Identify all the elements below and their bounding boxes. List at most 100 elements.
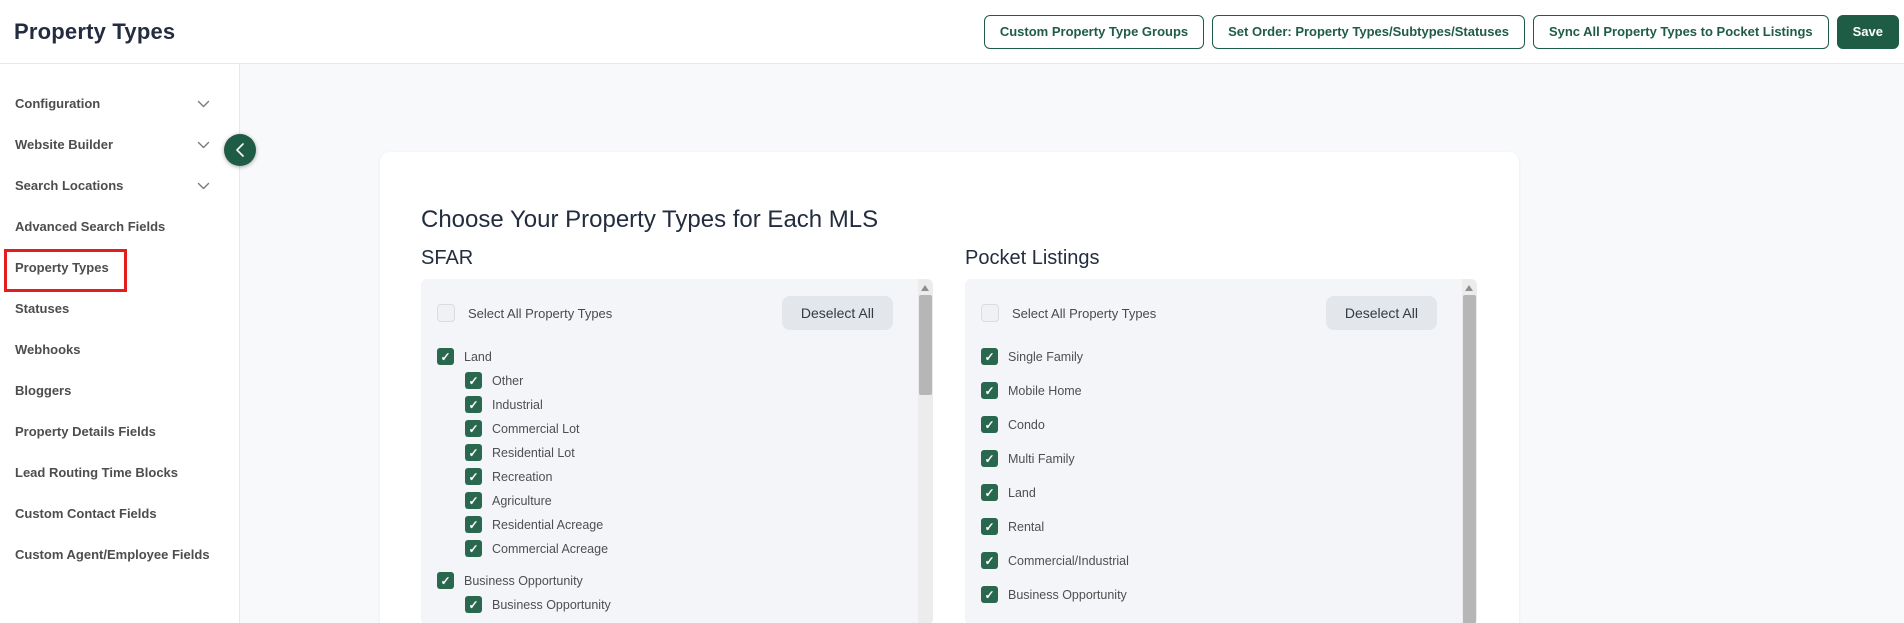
checkbox-checked-icon[interactable]: ✓ [465, 492, 482, 509]
deselect-all-button[interactable]: Deselect All [1325, 296, 1437, 330]
checkbox-checked-icon[interactable]: ✓ [437, 348, 454, 365]
card-title: Choose Your Property Types for Each MLS [421, 206, 879, 233]
sidebar-item-label: Custom Agent/Employee Fields [15, 547, 210, 562]
chevron-down-icon [197, 100, 210, 108]
sidebar-item-label: Configuration [15, 96, 101, 111]
save-button[interactable]: Save [1836, 14, 1899, 49]
property-type-row: ✓ Commercial Lot [465, 420, 917, 437]
checkbox-checked-icon[interactable]: ✓ [981, 382, 998, 399]
property-type-label: Residential Acreage [492, 517, 604, 532]
mls-column-title: SFAR [421, 247, 474, 269]
mls-column-sfar: SFAR Select All Property Types Deselect … [421, 247, 933, 623]
property-type-label: Agriculture [492, 493, 552, 508]
sidebar-item-webhooks[interactable]: Webhooks [0, 329, 239, 370]
sidebar-item-property-types[interactable]: Property Types [0, 247, 239, 292]
page-title: Property Types [14, 18, 176, 44]
select-all-label: Select All Property Types [1012, 305, 1157, 321]
mls-card: Choose Your Property Types for Each MLS … [380, 152, 1519, 623]
sidebar-item-website-builder[interactable]: Website Builder [0, 124, 239, 165]
property-type-row: ✓ Other [465, 372, 917, 389]
scrollbar-thumb[interactable] [919, 295, 932, 395]
set-order-button[interactable]: Set Order: Property Types/Subtypes/Statu… [1212, 14, 1525, 49]
checkbox-checked-icon[interactable]: ✓ [437, 572, 454, 589]
property-type-row: ✓ Residential Acreage [465, 516, 917, 533]
property-type-label: Recreation [492, 469, 553, 484]
sidebar-item-label: Property Types [15, 260, 109, 275]
sidebar-item-statuses[interactable]: Statuses [0, 288, 239, 329]
sync-all-button[interactable]: Sync All Property Types to Pocket Listin… [1532, 14, 1829, 49]
chevron-down-icon [197, 182, 210, 190]
sidebar-item-custom-agent-employee-fields[interactable]: Custom Agent/Employee Fields [0, 534, 239, 575]
property-type-label: Land [464, 349, 492, 364]
checkbox-checked-icon[interactable]: ✓ [465, 396, 482, 413]
property-type-row: ✓ Land [981, 484, 1461, 501]
property-type-label: Commercial Acreage [492, 541, 609, 556]
property-type-list-0: ✓ Land ✓ Other ✓ Industrial ✓ Commercial Lot ✓ Re… [437, 348, 917, 613]
scrollbar[interactable] [918, 279, 933, 623]
scroll-up-icon[interactable] [1465, 285, 1473, 291]
sidebar-nav: Configuration Website Builder Search Locat… [0, 83, 239, 575]
checkbox-checked-icon[interactable]: ✓ [465, 596, 482, 613]
checkbox-checked-icon[interactable]: ✓ [981, 586, 998, 603]
sidebar-item-lead-routing-time-blocks[interactable]: Lead Routing Time Blocks [0, 452, 239, 493]
checkbox-checked-icon[interactable]: ✓ [465, 444, 482, 461]
body: Configuration Website Builder Search Locat… [0, 64, 1904, 623]
main-content: Choose Your Property Types for Each MLS … [240, 64, 1904, 623]
property-type-label: Rental [1008, 519, 1045, 534]
property-type-row: ✓ Residential Lot [465, 444, 917, 461]
property-type-row: ✓ Business Opportunity [465, 596, 917, 613]
checkbox-checked-icon[interactable]: ✓ [465, 420, 482, 437]
property-type-row: ✓ Single Family [981, 348, 1461, 365]
sidebar-item-label: Lead Routing Time Blocks [15, 465, 179, 480]
property-type-row: ✓ Mobile Home [981, 382, 1461, 399]
scrollbar[interactable] [1462, 279, 1477, 623]
checkbox-checked-icon[interactable]: ✓ [465, 516, 482, 533]
checkbox-checked-icon[interactable]: ✓ [981, 416, 998, 433]
sidebar-item-search-locations[interactable]: Search Locations [0, 165, 239, 206]
deselect-all-button[interactable]: Deselect All [781, 296, 893, 330]
checkbox-checked-icon[interactable]: ✓ [981, 450, 998, 467]
property-type-label: Land [1008, 485, 1036, 500]
sidebar: Configuration Website Builder Search Locat… [0, 64, 240, 623]
property-type-label: Commercial Lot [492, 421, 580, 436]
property-type-row: ✓ Commercial Acreage [465, 540, 917, 557]
checkbox-checked-icon[interactable]: ✓ [981, 518, 998, 535]
property-type-row: ✓ Rental [981, 518, 1461, 535]
chevron-down-icon [197, 141, 210, 149]
property-type-label: Mobile Home [1008, 383, 1082, 398]
sidebar-item-label: Statuses [15, 301, 70, 316]
header-buttons: Custom Property Type Groups Set Order: Pr… [983, 14, 1899, 49]
checkbox-checked-icon[interactable]: ✓ [981, 484, 998, 501]
scroll-up-icon[interactable] [921, 285, 929, 291]
sidebar-item-label: Advanced Search Fields [15, 219, 166, 234]
property-type-label: Business Opportunity [492, 597, 611, 612]
property-type-label: Single Family [1008, 349, 1084, 364]
custom-property-type-groups-button[interactable]: Custom Property Type Groups [983, 14, 1205, 49]
property-type-label: Other [492, 373, 524, 388]
sidebar-item-label: Custom Contact Fields [15, 506, 157, 521]
checkbox-checked-icon[interactable]: ✓ [465, 540, 482, 557]
checkbox-checked-icon[interactable]: ✓ [981, 552, 998, 569]
scrollbar-thumb[interactable] [1463, 295, 1476, 623]
property-type-label: Residential Lot [492, 445, 575, 460]
select-all-checkbox[interactable] [437, 304, 455, 322]
property-type-label: Condo [1008, 417, 1045, 432]
checkbox-checked-icon[interactable]: ✓ [465, 372, 482, 389]
checkbox-checked-icon[interactable]: ✓ [465, 468, 482, 485]
sidebar-item-label: Webhooks [15, 342, 81, 357]
property-type-row: ✓ Land [437, 348, 917, 365]
sidebar-item-configuration[interactable]: Configuration [0, 83, 239, 124]
sidebar-item-label: Website Builder [15, 137, 114, 152]
property-type-label: Multi Family [1008, 451, 1075, 466]
sidebar-item-label: Search Locations [15, 178, 124, 193]
select-all-checkbox[interactable] [981, 304, 999, 322]
property-type-panel: Select All Property Types Deselect All ✓… [421, 279, 933, 623]
sidebar-item-advanced-search-fields[interactable]: Advanced Search Fields [0, 206, 239, 247]
sidebar-item-property-details-fields[interactable]: Property Details Fields [0, 411, 239, 452]
sidebar-collapse-button[interactable] [224, 134, 256, 166]
checkbox-checked-icon[interactable]: ✓ [981, 348, 998, 365]
sidebar-item-custom-contact-fields[interactable]: Custom Contact Fields [0, 493, 239, 534]
sidebar-item-bloggers[interactable]: Bloggers [0, 370, 239, 411]
select-all-row: Select All Property Types Deselect All [981, 296, 1461, 330]
property-type-row: ✓ Condo [981, 416, 1461, 433]
